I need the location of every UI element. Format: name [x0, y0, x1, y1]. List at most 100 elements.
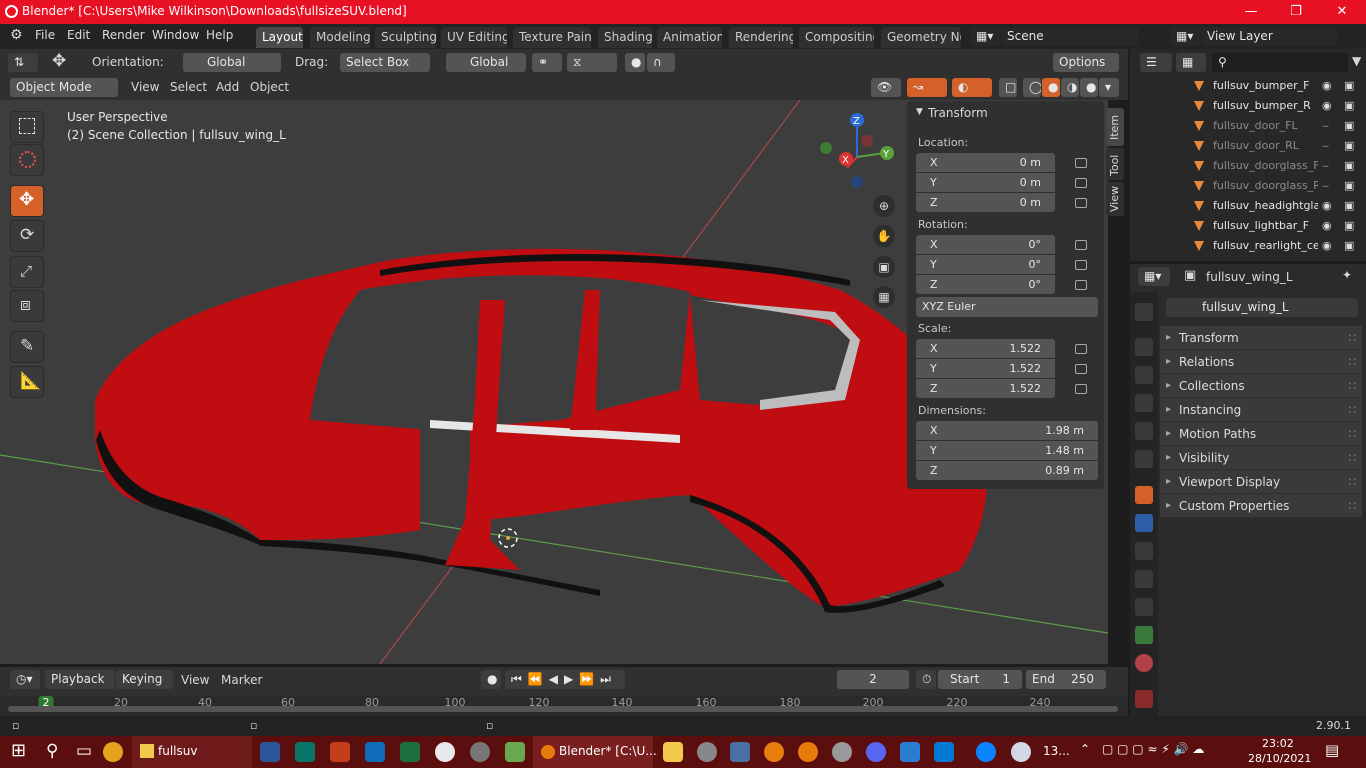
select-mode-icon[interactable]: ⇅ [8, 53, 38, 72]
visibility-eye-icon[interactable]: ◉ [1322, 76, 1332, 96]
app-icon-3[interactable] [505, 742, 525, 762]
scale-z-field[interactable]: Z 1.522 [916, 379, 1055, 398]
render-tab-icon[interactable] [1135, 338, 1153, 356]
weather-temp[interactable]: 13... [1043, 744, 1070, 758]
outliner-row[interactable]: fullsuv_rearlight_cent ◉ ▣ [1130, 236, 1366, 256]
scale-tool[interactable]: ⤢ [10, 256, 44, 288]
app-icon-7[interactable] [798, 742, 818, 762]
maximize-button[interactable]: ❐ [1273, 0, 1319, 24]
outliner-row[interactable]: fullsuv_doorglass_RL ⌣ ▣ [1130, 176, 1366, 196]
rotate-tool[interactable]: ⟳ [10, 220, 44, 252]
outliner-row[interactable]: fullsuv_bumper_F ◉ ▣ [1130, 76, 1366, 96]
visibility-eye-icon[interactable]: ⌣ [1322, 116, 1329, 136]
tool-tab-icon[interactable] [1135, 303, 1153, 321]
playback-controls[interactable]: ⏮⏪◀▶⏩⏭ [505, 670, 625, 689]
preview-range-icon[interactable]: ⏱ [916, 670, 936, 689]
drag-select[interactable]: Select Box [340, 53, 430, 72]
mode-select[interactable]: Object Mode [10, 78, 118, 97]
visibility-eye-icon[interactable]: ⌣ [1322, 176, 1329, 196]
pin-icon[interactable]: ✦ [1342, 268, 1352, 282]
properties-section[interactable]: ▸ Visibility ∷ [1160, 446, 1362, 470]
wireframe-shading-icon[interactable]: ◯ [1023, 78, 1041, 97]
panel-header[interactable]: Transform [928, 106, 988, 120]
move-tool[interactable]: ✥ [10, 185, 44, 217]
blender-menu-icon[interactable]: ⚙ [10, 27, 23, 43]
location-z-field[interactable]: Z0 m [916, 193, 1055, 212]
cursor-tool[interactable] [10, 144, 44, 176]
render-camera-icon[interactable]: ▣ [1344, 76, 1354, 96]
minimize-button[interactable]: — [1228, 0, 1274, 24]
close-button[interactable]: ✕ [1319, 0, 1365, 24]
lock-scale-x-icon[interactable] [1075, 344, 1087, 354]
visibility-eye-icon[interactable]: ◉ [1322, 96, 1332, 116]
annotate-tool[interactable]: ✎ [10, 331, 44, 363]
particles-tab-icon[interactable] [1135, 542, 1153, 560]
app-icon-8[interactable] [832, 742, 852, 762]
keying-menu[interactable]: Keying [116, 670, 173, 689]
modifier-tab-icon[interactable] [1135, 514, 1153, 532]
gizmo-toggle-icon[interactable]: ↝ [907, 78, 947, 97]
tray-icons[interactable]: ▢ ▢ ▢ ≈ ⚡ 🔊 ☁ [1102, 742, 1204, 756]
object-name-field[interactable]: fullsuv_wing_L [1166, 298, 1358, 317]
options-button[interactable]: Options [1053, 53, 1119, 72]
outliner-row[interactable]: fullsuv_bumper_R ◉ ▣ [1130, 96, 1366, 116]
pan-hand-icon[interactable]: ✋ [873, 225, 895, 247]
texture-tab-icon[interactable] [1135, 690, 1153, 708]
lock-scale-z-icon[interactable] [1075, 384, 1087, 394]
tab-animation[interactable]: Animation [657, 27, 722, 48]
properties-editor-type-icon[interactable]: ▦▾ [1138, 267, 1170, 286]
dimensions-y-field[interactable]: Y 1.48 m [916, 441, 1098, 460]
timeline-view-menu[interactable]: View [181, 673, 209, 687]
render-camera-icon[interactable]: ▣ [1344, 96, 1354, 116]
task-view-icon[interactable]: ▭ [76, 741, 92, 761]
shading-options-icon[interactable]: ▾ [1099, 78, 1119, 97]
menu-file[interactable]: File [35, 28, 55, 42]
menu-render[interactable]: Render [102, 28, 145, 42]
outlook-icon[interactable] [365, 742, 385, 762]
properties-section[interactable]: ▸ Collections ∷ [1160, 374, 1362, 398]
location-x-field[interactable]: X0 m [916, 153, 1055, 172]
render-camera-icon[interactable]: ▣ [1344, 116, 1354, 136]
outliner-editor-type-icon[interactable]: ☰ [1140, 53, 1172, 72]
rendered-shading-icon[interactable]: ● [1080, 78, 1098, 97]
notes-icon[interactable] [663, 742, 683, 762]
scene-browse-button[interactable]: ▦▾ [970, 27, 1000, 46]
lock-rotation-x-icon[interactable] [1075, 240, 1087, 250]
view-layer-browse-button[interactable]: ▦▾ [1170, 27, 1200, 46]
menu-object[interactable]: Object [250, 80, 289, 94]
render-camera-icon[interactable]: ▣ [1344, 216, 1354, 236]
solid-shading-icon[interactable]: ● [1042, 78, 1060, 97]
data-tab-icon[interactable] [1135, 626, 1153, 644]
xray-icon[interactable]: □ [999, 78, 1017, 97]
pivot-point-icon[interactable]: ⚭ [532, 53, 562, 72]
menu-add[interactable]: Add [216, 80, 239, 94]
view-layer-tab-icon[interactable] [1135, 394, 1153, 412]
lock-scale-y-icon[interactable] [1075, 364, 1087, 374]
lock-location-x-icon[interactable] [1075, 158, 1087, 168]
display-mode-icon[interactable]: ▦ [1176, 53, 1206, 72]
rotation-mode-select[interactable]: XYZ Euler [916, 297, 1098, 317]
app-icon-5[interactable] [730, 742, 750, 762]
transform-orientation-select[interactable]: Global [446, 53, 526, 72]
object-tab-icon[interactable] [1135, 486, 1153, 504]
outliner-row[interactable]: fullsuv_doorglass_FL ⌣ ▣ [1130, 156, 1366, 176]
outliner-search-input[interactable]: ⚲ [1212, 53, 1348, 72]
tab-tool[interactable]: Tool [1106, 148, 1124, 180]
visibility-eye-icon[interactable]: ◉ [1322, 196, 1332, 216]
app-icon-6[interactable] [764, 742, 784, 762]
render-camera-icon[interactable]: ▣ [1344, 176, 1354, 196]
dimensions-z-field[interactable]: Z 0.89 m [916, 461, 1098, 480]
tab-shading[interactable]: Shading [598, 27, 652, 48]
render-camera-icon[interactable]: ▣ [1344, 196, 1354, 216]
properties-section[interactable]: ▸ Viewport Display ∷ [1160, 470, 1362, 494]
record-icon[interactable]: ● [481, 670, 501, 689]
visibility-eye-icon[interactable]: ◉ [1322, 216, 1332, 236]
rotation-y-field[interactable]: Y 0° [916, 255, 1055, 274]
rotation-z-field[interactable]: Z 0° [916, 275, 1055, 294]
visibility-eye-icon[interactable]: ⌣ [1322, 156, 1329, 176]
constraints-tab-icon[interactable] [1135, 598, 1153, 616]
properties-section[interactable]: ▸ Custom Properties ∷ [1160, 494, 1362, 518]
tab-modeling[interactable]: Modeling [310, 27, 370, 48]
vscode-icon[interactable] [934, 742, 954, 762]
tab-uv-editing[interactable]: UV Editing [441, 27, 507, 48]
